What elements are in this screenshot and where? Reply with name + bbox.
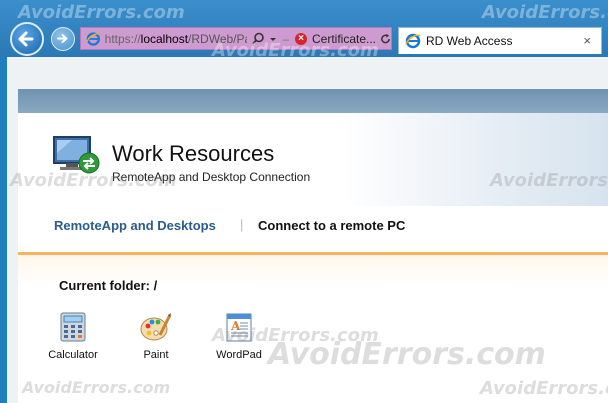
refresh-icon[interactable] [380,33,391,45]
search-icon[interactable] [251,32,265,46]
app-paint[interactable]: Paint [121,311,191,361]
divider: – [282,31,289,46]
header: Work Resources RemoteApp and Desktop Con… [18,113,608,206]
url-text[interactable]: https://localhost/RDWeb/Pa [105,32,248,46]
wordpad-icon: A [226,313,252,342]
page-top-band [18,89,608,113]
browser-toolbar: https://localhost/RDWeb/Pa – × Certifica… [0,0,608,57]
address-bar[interactable]: https://localhost/RDWeb/Pa – × Certifica… [80,27,392,50]
rd-web-content: Work Resources RemoteApp and Desktop Con… [18,113,608,403]
tab-rd-web-access[interactable]: RD Web Access × [398,27,602,54]
app-label: Calculator [48,349,98,361]
nav-bar: RemoteApp and Desktops | Connect to a re… [18,206,608,255]
app-list-area: Current folder: / Calculator Paint A Wor… [18,255,608,403]
arrow-right-icon [57,34,68,43]
calculator-icon [60,312,86,342]
tab-connect-to-remote-pc[interactable]: Connect to a remote PC [258,218,405,233]
paint-icon [140,313,172,341]
error-icon: × [295,32,307,45]
ie-icon [86,31,101,46]
nav-separator: | [240,217,244,232]
app-wordpad[interactable]: A WordPad [204,311,274,361]
arrow-left-icon [18,31,34,47]
page-title: Work Resources [112,141,275,166]
chevron-down-icon[interactable] [268,34,278,44]
certificate-error-label: Certificate... [312,31,377,46]
tab-title: RD Web Access [426,34,513,48]
certificate-error[interactable]: × Certificate... [295,32,376,46]
current-folder-label: Current folder: / [59,278,158,293]
svg-text:A: A [230,319,241,333]
url-host: localhost [140,31,189,46]
close-tab-button[interactable]: × [583,33,591,48]
remote-desktop-logo-icon [53,136,100,174]
back-button[interactable] [10,22,44,56]
ie-icon [405,33,421,49]
app-label: WordPad [216,349,262,361]
tab-remoteapp-and-desktops[interactable]: RemoteApp and Desktops [54,218,216,233]
app-calculator[interactable]: Calculator [38,311,108,361]
url-scheme: https:// [104,31,141,46]
url-path: /RDWeb/Pa [188,31,248,46]
forward-button[interactable] [51,27,75,51]
app-label: Paint [143,349,169,361]
page-subtitle: RemoteApp and Desktop Connection [112,170,311,184]
